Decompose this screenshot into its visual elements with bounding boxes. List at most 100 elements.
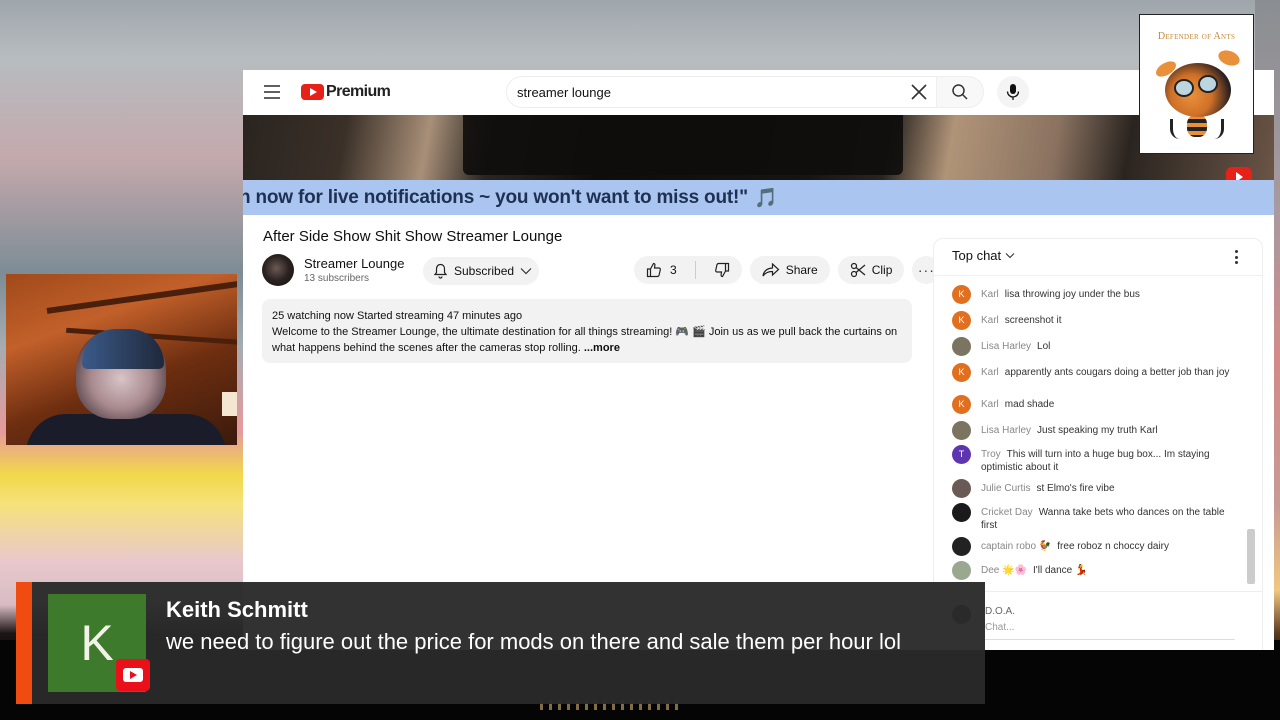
subscribed-button[interactable]: Subscribed	[423, 257, 539, 285]
avatar: K	[952, 363, 971, 382]
voice-search-button[interactable]	[997, 76, 1029, 108]
menu-icon[interactable]	[264, 85, 280, 99]
avatar: K	[952, 285, 971, 304]
video-actions: 3 Share Clip ···	[634, 256, 941, 284]
lamp	[222, 392, 237, 416]
avatar: K	[952, 395, 971, 414]
chat-input[interactable]: Chat...	[985, 622, 1235, 640]
avatar	[952, 503, 971, 522]
chat-message: Lisa Harley Lol	[952, 337, 1242, 356]
logo-text: Premium	[326, 83, 391, 100]
chat-message-list: K Karl lisa throwing joy under the bus K Ka…	[952, 279, 1244, 589]
chat-mode-label: Top chat	[952, 248, 1002, 263]
microphone-icon	[1006, 84, 1020, 100]
avatar	[952, 479, 971, 498]
chat-message: Julie Curtis st Elmo's fire vibe	[952, 479, 1242, 498]
channel-logo-overlay: Defender of Ants	[1139, 14, 1254, 154]
chat-text: I'll dance 💃	[1033, 565, 1088, 576]
video-player[interactable]: n now for live notifications ~ you won't…	[243, 115, 1274, 215]
chat-message: Cricket Day Wanna take bets who dances on…	[952, 503, 1242, 532]
share-icon	[762, 263, 780, 277]
ant-eye	[1174, 79, 1194, 97]
video-ticker: n now for live notifications ~ you won't…	[243, 180, 1274, 215]
description-body: Welcome to the Streamer Lounge, the ulti…	[272, 324, 902, 356]
avatar	[952, 561, 971, 580]
chat-message: K Karl lisa throwing joy under the bus	[952, 285, 1242, 304]
chat-message: T Troy This will turn into a huge bug box.…	[952, 445, 1242, 474]
commenter-message: we need to figure out the price for mods…	[166, 629, 901, 654]
chat-scrollbar[interactable]	[1247, 529, 1255, 584]
clip-button[interactable]: Clip	[837, 256, 905, 284]
dislike-button[interactable]	[702, 256, 742, 284]
chat-highlight-overlay: K Keith Schmitt we need to figure out th…	[16, 582, 985, 704]
scissors-icon	[850, 262, 866, 278]
bell-icon	[433, 263, 448, 279]
share-button[interactable]: Share	[749, 256, 830, 284]
chat-text: st Elmo's fire vibe	[1036, 483, 1115, 494]
chat-message: Dee 🌟🌸 I'll dance 💃	[952, 561, 1242, 580]
avatar: T	[952, 445, 971, 464]
chat-author[interactable]: Karl	[981, 367, 999, 378]
chat-message: captain robo 🐓 free roboz n choccy dairy	[952, 537, 1242, 556]
chat-text: mad shade	[1004, 399, 1055, 410]
webcam-feed	[6, 274, 237, 445]
divider	[934, 275, 1262, 276]
ant-eye	[1198, 75, 1218, 93]
chat-message: K Karl apparently ants cougars doing a bet…	[952, 363, 1242, 382]
avatar	[952, 537, 971, 556]
show-more-link[interactable]: ...more	[584, 342, 620, 354]
top-bar: Premium	[243, 70, 1274, 115]
chat-username: D.O.A.	[985, 606, 1016, 617]
youtube-window: Premium n now for live notifications ~ y…	[243, 70, 1274, 650]
chat-text: apparently ants cougars doing a better j…	[1004, 367, 1230, 378]
divider	[694, 261, 696, 279]
youtube-logo-icon	[301, 84, 324, 100]
chat-author[interactable]: Lisa Harley	[981, 341, 1031, 352]
like-count: 3	[670, 263, 677, 277]
chat-author[interactable]: Julie Curtis	[981, 483, 1030, 494]
chat-text: free roboz n choccy dairy	[1057, 541, 1169, 552]
chat-message: Lisa Harley Just speaking my truth Karl	[952, 421, 1242, 440]
clip-label: Clip	[871, 263, 893, 277]
channel-info: Streamer Lounge 13 subscribers	[262, 254, 404, 286]
search-icon	[952, 84, 968, 100]
chat-author[interactable]: Troy	[981, 449, 1001, 460]
search-button[interactable]	[936, 76, 984, 108]
search-input[interactable]	[517, 84, 897, 100]
thumbs-down-icon	[714, 262, 729, 278]
chat-author[interactable]: Cricket Day	[981, 507, 1033, 518]
subscribed-label: Subscribed	[454, 264, 515, 278]
chat-text: lisa throwing joy under the bus	[1004, 289, 1140, 300]
chat-author[interactable]: Karl	[981, 399, 999, 410]
youtube-badge-icon	[116, 659, 150, 691]
chat-author[interactable]: Lisa Harley	[981, 425, 1031, 436]
channel-name[interactable]: Streamer Lounge	[304, 256, 404, 271]
logo-title: Defender of Ants	[1157, 31, 1236, 42]
channel-avatar[interactable]	[262, 254, 294, 286]
clear-icon[interactable]	[910, 83, 928, 101]
chat-author[interactable]: Dee 🌟🌸	[981, 565, 1027, 576]
chat-text: Lol	[1037, 341, 1051, 352]
ticker-text: n now for live notifications ~ you won't…	[243, 186, 748, 208]
stream-stats: 25 watching now Started streaming 47 min…	[272, 310, 523, 322]
ant-body	[1187, 115, 1207, 137]
chat-menu-icon[interactable]	[1230, 247, 1242, 267]
chat-author[interactable]: Karl	[981, 315, 999, 326]
share-label: Share	[785, 263, 818, 277]
avatar	[952, 337, 971, 356]
chat-text: screenshot it	[1004, 315, 1062, 326]
chat-author[interactable]: captain robo 🐓	[981, 541, 1051, 552]
video-frame-dark	[463, 115, 903, 175]
like-button[interactable]: 3	[634, 256, 689, 284]
music-note-icon: 🎵	[753, 187, 778, 209]
commenter-name: Keith Schmitt	[166, 597, 308, 622]
search-box	[506, 76, 946, 108]
youtube-logo[interactable]: Premium	[301, 83, 391, 101]
chat-author[interactable]: Karl	[981, 289, 999, 300]
chat-message: K Karl screenshot it	[952, 311, 1242, 330]
avatar	[952, 421, 971, 440]
like-dislike-group: 3	[634, 256, 742, 284]
video-title: After Side Show Shit Show Streamer Loung…	[263, 228, 563, 245]
description-box[interactable]: 25 watching now Started streaming 47 min…	[262, 299, 912, 363]
chat-mode-dropdown[interactable]: Top chat	[952, 248, 1015, 263]
